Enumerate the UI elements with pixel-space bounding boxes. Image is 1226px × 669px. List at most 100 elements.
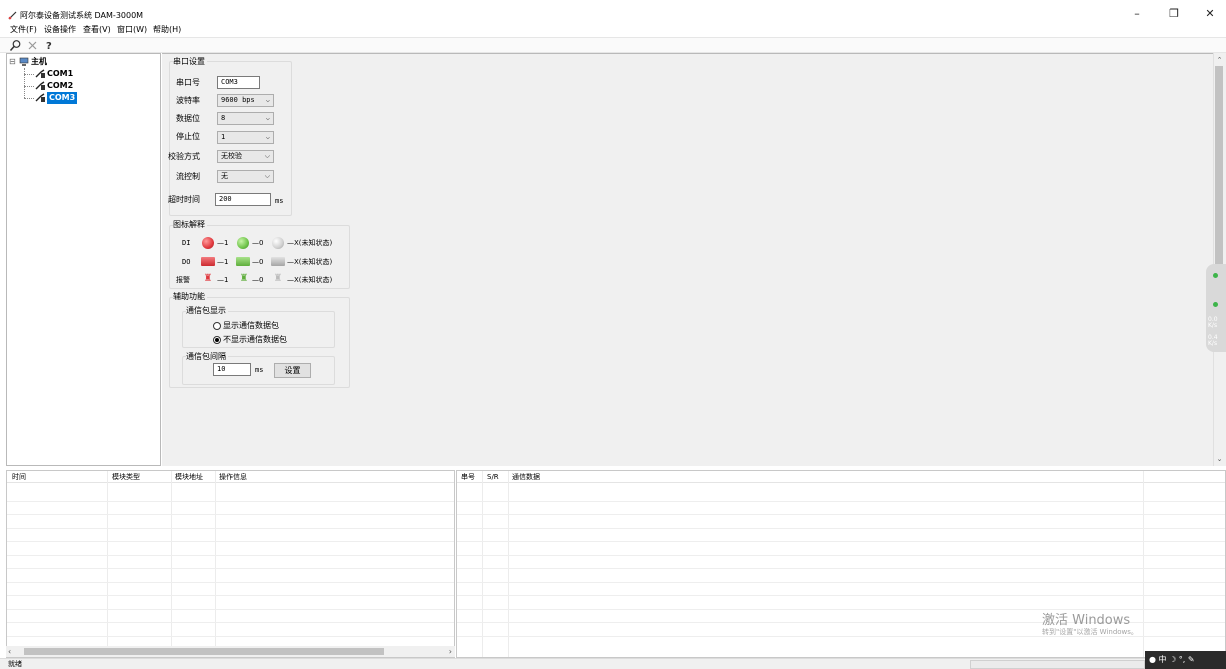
di-unknown-text: —X(未知状态) [287, 239, 333, 247]
baud-select[interactable]: 9600 bps ⌵ [217, 94, 274, 107]
title-bar: 阿尔泰设备测试系统 DAM-3000M – ❐ ✕ [0, 0, 1226, 24]
baud-label: 波特率 [176, 96, 200, 105]
comm-col-data[interactable]: 通信数据 [512, 472, 540, 482]
status-text: 就绪 [8, 660, 22, 668]
alarm-zero-text: —0 [252, 276, 264, 284]
set-interval-button[interactable]: 设置 [274, 363, 311, 378]
show-packets-radio[interactable] [213, 322, 221, 330]
di-unknown-led-icon [272, 237, 284, 249]
timeout-unit: ms [275, 197, 284, 205]
menu-help[interactable]: 帮助(H) [153, 25, 181, 35]
download-rate-unit: K/s [1208, 340, 1218, 347]
alarm-unknown-text: —X(未知状态) [287, 276, 333, 284]
do-label: DO [182, 258, 191, 266]
minimize-button[interactable]: – [1122, 6, 1152, 22]
menu-file[interactable]: 文件(F) [10, 25, 37, 35]
menu-window[interactable]: 窗口(W) [117, 25, 147, 35]
di-one-text: —1 [217, 239, 229, 247]
serial-port-icon [35, 81, 45, 90]
activation-watermark-text: 转到"设置"以激活 Windows。 [1042, 628, 1138, 636]
parity-value: 无校验 [221, 152, 242, 160]
scroll-down-icon[interactable]: ⌄ [1214, 455, 1225, 463]
status-bar: 就绪 [0, 658, 1226, 669]
tree-root-host[interactable]: 主机 [31, 56, 47, 68]
parity-select[interactable]: 无校验 ⌵ [217, 150, 274, 163]
stop-bits-label: 停止位 [176, 132, 200, 141]
tree-item-com1[interactable]: COM1 [47, 68, 73, 80]
comm-table-header: 串号 S/R 通信数据 [457, 471, 1225, 483]
close-button[interactable]: ✕ [1195, 6, 1225, 22]
operation-log-table: 时间 模块类型 模块地址 操作信息 [6, 470, 455, 658]
chevron-down-icon: ⌵ [265, 133, 270, 141]
status-dot-icon [1213, 302, 1218, 307]
activation-watermark-title: 激活 Windows [1042, 613, 1131, 628]
maximize-button[interactable]: ❐ [1159, 6, 1189, 22]
do-zero-text: —0 [252, 258, 264, 266]
main-scroll-thumb[interactable] [1215, 66, 1223, 296]
di-off-led-icon [237, 237, 249, 249]
serial-port-icon [35, 93, 45, 102]
log-col-module-address[interactable]: 模块地址 [175, 472, 203, 482]
close-x-icon[interactable] [26, 39, 39, 52]
interval-unit: ms [255, 366, 264, 374]
comm-col-serial[interactable]: 串号 [461, 472, 475, 482]
scroll-up-icon[interactable]: ⌃ [1214, 56, 1225, 64]
serial-port-icon [35, 69, 45, 78]
computer-icon [19, 57, 29, 66]
serial-settings-title: 串口设置 [173, 57, 207, 67]
flow-control-label: 流控制 [176, 172, 200, 181]
flow-control-value: 无 [221, 172, 228, 180]
data-bits-select[interactable]: 8 ⌵ [217, 112, 274, 125]
port-field[interactable]: COM3 [217, 76, 260, 89]
status-panel [970, 660, 1145, 669]
hide-packets-label[interactable]: 不显示通信数据包 [223, 335, 287, 345]
di-label: DI [182, 239, 191, 247]
toolbar: ? [0, 37, 1226, 53]
di-zero-text: —0 [252, 239, 264, 247]
interval-field[interactable]: 10 [213, 363, 251, 376]
status-dot-icon [1213, 273, 1218, 278]
di-on-led-icon [202, 237, 214, 249]
network-speed-widget[interactable]: 0.0 K/s 0.4 K/s [1206, 264, 1226, 352]
alarm-off-icon: ♜ [239, 273, 249, 284]
tree-item-com2[interactable]: COM2 [47, 80, 73, 92]
device-tree: ⊟ 主机 COM1 COM2 COM3 [6, 53, 161, 466]
search-icon[interactable] [9, 39, 22, 52]
log-table-header: 时间 模块类型 模块地址 操作信息 [7, 471, 454, 483]
log-col-time[interactable]: 时间 [12, 472, 26, 482]
tree-item-com3[interactable]: COM3 [47, 92, 78, 104]
timeout-label: 超时时间 [168, 195, 200, 204]
legend-title: 图标解释 [173, 220, 207, 230]
alarm-one-text: —1 [217, 276, 229, 284]
do-on-led-icon [201, 257, 215, 266]
window-title: 阿尔泰设备测试系统 DAM-3000M [20, 11, 144, 20]
scroll-left-icon[interactable]: ‹ [8, 646, 11, 657]
show-packets-label[interactable]: 显示通信数据包 [223, 321, 279, 331]
tree-toggle-icon[interactable]: ⊟ [9, 56, 16, 68]
log-col-module-type[interactable]: 模块类型 [112, 472, 140, 482]
scroll-right-icon[interactable]: › [449, 646, 452, 657]
help-icon[interactable]: ? [43, 39, 56, 52]
app-icon [8, 11, 17, 20]
alarm-on-icon: ♜ [203, 273, 213, 284]
stop-bits-select[interactable]: 1 ⌵ [217, 131, 274, 144]
packet-interval-title: 通信包间隔 [186, 352, 228, 362]
do-unknown-led-icon [271, 257, 285, 266]
log-scroll-thumb[interactable] [24, 648, 384, 655]
data-bits-value: 8 [221, 114, 226, 122]
settings-panel: 串口设置 串口号 COM3 波特率 9600 bps ⌵ 数据位 8 ⌵ 停止位… [162, 53, 1213, 466]
flow-control-select[interactable]: 无 ⌵ [217, 170, 274, 183]
comm-col-sr[interactable]: S/R [487, 472, 499, 482]
upload-rate-unit: K/s [1208, 322, 1218, 329]
do-off-led-icon [236, 257, 250, 266]
timeout-field[interactable]: 200 [215, 193, 271, 206]
do-unknown-text: —X(未知状态) [287, 258, 333, 266]
log-col-operation[interactable]: 操作信息 [219, 472, 247, 482]
system-tray[interactable]: ● 中 ☽ °, ✎ [1145, 651, 1226, 669]
menu-device[interactable]: 设备操作 [44, 25, 76, 35]
hide-packets-radio[interactable] [213, 336, 221, 344]
menu-view[interactable]: 查看(V) [83, 25, 111, 35]
do-one-text: —1 [217, 258, 229, 266]
log-horizontal-scrollbar[interactable]: ‹ › [6, 646, 455, 657]
data-bits-label: 数据位 [176, 114, 200, 123]
